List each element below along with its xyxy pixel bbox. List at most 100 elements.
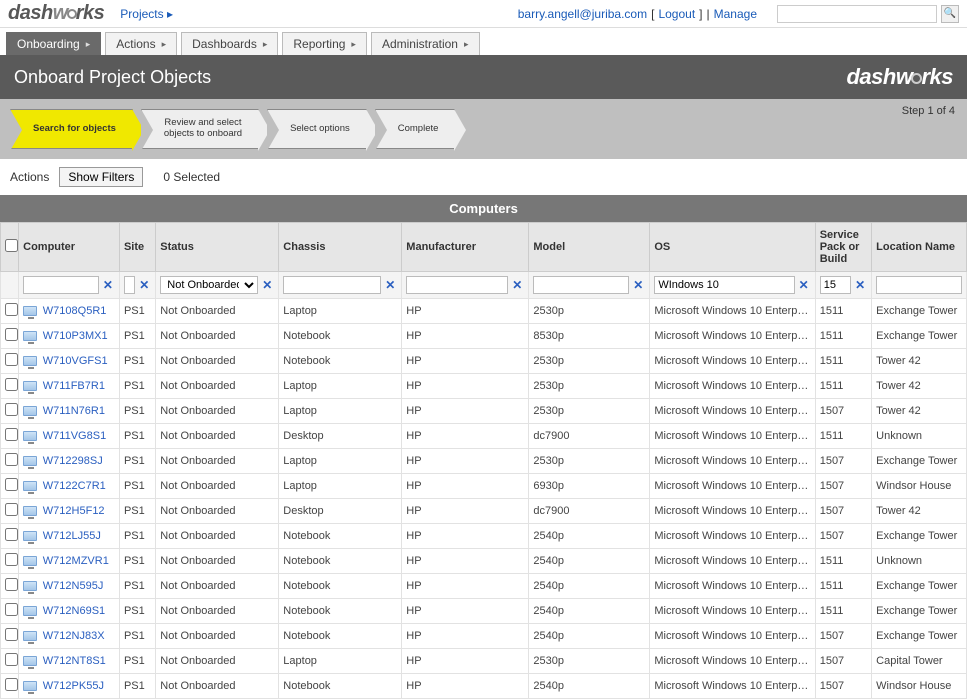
row-checkbox[interactable]	[5, 428, 18, 441]
nav-tab-actions[interactable]: Actions ▸	[105, 32, 177, 55]
computer-link[interactable]: W711FB7R1	[43, 380, 105, 392]
filter-site-input[interactable]	[124, 276, 135, 294]
nav-tab-administration[interactable]: Administration ▸	[371, 32, 480, 55]
clear-sp-filter[interactable]: ✕	[853, 278, 867, 292]
nav-tab-dashboards[interactable]: Dashboards ▸	[181, 32, 278, 55]
row-checkbox[interactable]	[5, 653, 18, 666]
computer-icon	[23, 456, 37, 466]
filter-chassis-input[interactable]	[283, 276, 381, 294]
col-model[interactable]: Model	[529, 223, 650, 272]
cell-site: PS1	[119, 349, 155, 374]
computer-link[interactable]: W711N76R1	[43, 405, 105, 417]
cell-location: Windsor House	[872, 674, 967, 699]
cell-location: Tower 42	[872, 399, 967, 424]
table-title: Computers	[0, 195, 967, 222]
filter-manufacturer-input[interactable]	[406, 276, 508, 294]
show-filters-button[interactable]: Show Filters	[59, 167, 143, 187]
clear-model-filter[interactable]: ✕	[631, 278, 645, 292]
row-checkbox[interactable]	[5, 603, 18, 616]
clear-site-filter[interactable]: ✕	[137, 278, 151, 292]
table-row: W711FB7R1PS1Not OnboardedLaptopHP2530pMi…	[1, 374, 967, 399]
col-location[interactable]: Location Name	[872, 223, 967, 272]
wizard-step-1[interactable]: Review and select objects to onboard	[141, 109, 259, 149]
col-chassis[interactable]: Chassis	[279, 223, 402, 272]
cell-location: Capital Tower	[872, 649, 967, 674]
col-os[interactable]: OS	[650, 223, 815, 272]
wizard-step-0[interactable]: Search for objects	[10, 109, 133, 149]
row-checkbox[interactable]	[5, 303, 18, 316]
computer-link[interactable]: W712NT8S1	[43, 655, 106, 667]
row-checkbox[interactable]	[5, 553, 18, 566]
cell-status: Not Onboarded	[156, 349, 279, 374]
col-computer[interactable]: Computer	[19, 223, 120, 272]
select-all-checkbox[interactable]	[5, 239, 18, 252]
chevron-right-icon: ▸	[162, 39, 167, 50]
cell-manufacturer: HP	[402, 399, 529, 424]
clear-chassis-filter[interactable]: ✕	[383, 278, 397, 292]
computer-link[interactable]: W712N595J	[43, 580, 104, 592]
cell-status: Not Onboarded	[156, 649, 279, 674]
wizard-step-3[interactable]: Complete	[375, 109, 456, 149]
cell-chassis: Notebook	[279, 549, 402, 574]
cell-chassis: Notebook	[279, 324, 402, 349]
row-checkbox[interactable]	[5, 678, 18, 691]
global-search-input[interactable]	[777, 5, 937, 23]
computer-link[interactable]: W712PK55J	[43, 680, 104, 692]
cell-os: Microsoft Windows 10 Enterprise	[650, 299, 815, 324]
computer-link[interactable]: W712H5F12	[43, 505, 105, 517]
filter-sp-input[interactable]	[820, 276, 851, 294]
row-checkbox[interactable]	[5, 403, 18, 416]
cell-chassis: Notebook	[279, 674, 402, 699]
cell-os: Microsoft Windows 10 Enterprise	[650, 374, 815, 399]
manage-link[interactable]: Manage	[714, 7, 757, 21]
row-checkbox[interactable]	[5, 378, 18, 391]
row-checkbox[interactable]	[5, 528, 18, 541]
computer-link[interactable]: W710P3MX1	[43, 330, 108, 342]
filter-computer-input[interactable]	[23, 276, 99, 294]
cell-os: Microsoft Windows 10 Enterprise	[650, 449, 815, 474]
row-checkbox[interactable]	[5, 578, 18, 591]
clear-manufacturer-filter[interactable]: ✕	[510, 278, 524, 292]
row-checkbox[interactable]	[5, 503, 18, 516]
computer-link[interactable]: W711VG8S1	[43, 430, 106, 442]
clear-status-filter[interactable]: ✕	[260, 278, 274, 292]
col-site[interactable]: Site	[119, 223, 155, 272]
clear-computer-filter[interactable]: ✕	[101, 278, 115, 292]
computer-link[interactable]: W7108Q5R1	[43, 305, 107, 317]
cell-sp: 1507	[815, 649, 871, 674]
row-checkbox[interactable]	[5, 353, 18, 366]
col-manufacturer[interactable]: Manufacturer	[402, 223, 529, 272]
table-row: W712MZVR1PS1Not OnboardedNotebookHP2540p…	[1, 549, 967, 574]
row-checkbox[interactable]	[5, 328, 18, 341]
cell-manufacturer: HP	[402, 599, 529, 624]
user-email-link[interactable]: barry.angell@juriba.com	[518, 7, 647, 21]
nav-tab-reporting[interactable]: Reporting ▸	[282, 32, 367, 55]
computer-link[interactable]: W712MZVR1	[43, 555, 109, 567]
computer-link[interactable]: W712LJ55J	[43, 530, 101, 542]
actions-row: Actions Show Filters 0 Selected	[0, 159, 967, 195]
computer-link[interactable]: W7122C7R1	[43, 480, 106, 492]
clear-os-filter[interactable]: ✕	[797, 278, 811, 292]
col-sp[interactable]: Service Pack or Build	[815, 223, 871, 272]
computer-link[interactable]: W712N69S1	[43, 605, 105, 617]
nav-tab-onboarding[interactable]: Onboarding ▸	[6, 32, 101, 55]
row-checkbox[interactable]	[5, 478, 18, 491]
filter-status-select[interactable]: Not OnboardedOnboardedAll	[160, 276, 258, 294]
cell-manufacturer: HP	[402, 299, 529, 324]
filter-location-input[interactable]	[876, 276, 962, 294]
col-status[interactable]: Status	[156, 223, 279, 272]
computer-icon	[23, 656, 37, 666]
computer-link[interactable]: W710VGFS1	[43, 355, 108, 367]
wizard-step-2[interactable]: Select options	[267, 109, 367, 149]
cell-location: Tower 42	[872, 499, 967, 524]
row-checkbox[interactable]	[5, 453, 18, 466]
computer-link[interactable]: W712NJ83X	[43, 630, 105, 642]
search-button[interactable]: 🔍	[941, 5, 959, 23]
cell-model: 2540p	[529, 624, 650, 649]
filter-os-input[interactable]	[654, 276, 794, 294]
filter-model-input[interactable]	[533, 276, 629, 294]
projects-link[interactable]: Projects ▸	[120, 7, 173, 21]
row-checkbox[interactable]	[5, 628, 18, 641]
logout-link[interactable]: Logout	[658, 7, 695, 21]
computer-link[interactable]: W712298SJ	[43, 455, 103, 467]
